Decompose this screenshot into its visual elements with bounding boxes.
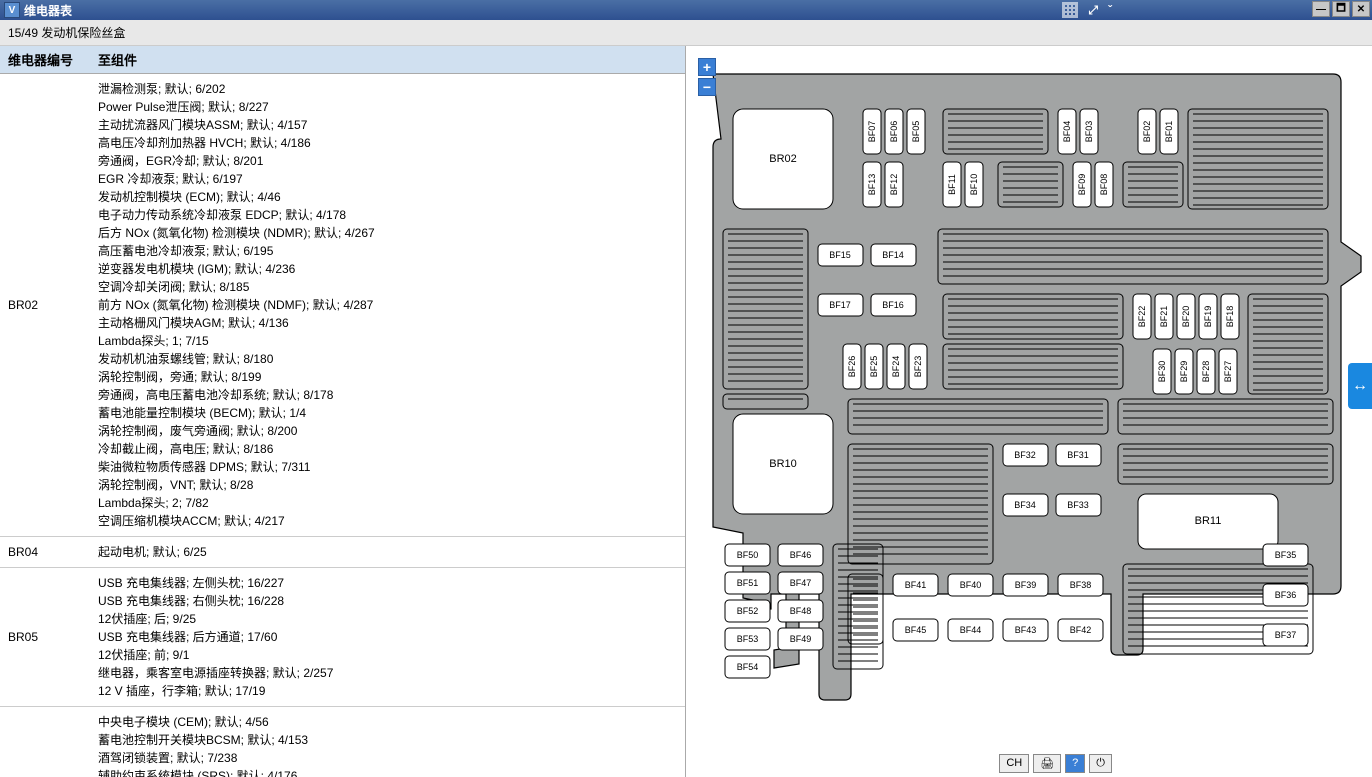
teamviewer-badge-icon[interactable]: ↔ bbox=[1348, 363, 1372, 409]
svg-text:BF23: BF23 bbox=[913, 356, 923, 378]
svg-text:BF33: BF33 bbox=[1067, 500, 1089, 510]
column-header-id: 维电器编号 bbox=[8, 50, 98, 69]
svg-text:BF05: BF05 bbox=[911, 121, 921, 143]
column-header-component: 至组件 bbox=[98, 50, 137, 69]
svg-text:BF28: BF28 bbox=[1201, 361, 1211, 383]
svg-text:BF50: BF50 bbox=[737, 550, 759, 560]
relay-id: BR05 bbox=[8, 574, 98, 700]
svg-text:BF26: BF26 bbox=[847, 356, 857, 378]
svg-text:BF21: BF21 bbox=[1159, 306, 1169, 328]
relay-table-panel: 维电器编号 至组件 BR02泄漏检测泵; 默认; 6/202Power Puls… bbox=[0, 46, 686, 777]
svg-text:BF03: BF03 bbox=[1084, 121, 1094, 143]
svg-text:BF53: BF53 bbox=[737, 634, 759, 644]
window-title: 维电器表 bbox=[24, 2, 72, 19]
svg-text:BF29: BF29 bbox=[1179, 361, 1189, 383]
relay-id: BR04 bbox=[8, 543, 98, 561]
svg-text:BF37: BF37 bbox=[1275, 630, 1297, 640]
chevron-down-icon[interactable]: ˇ bbox=[1108, 3, 1112, 17]
svg-text:BF27: BF27 bbox=[1223, 361, 1233, 383]
svg-text:BF17: BF17 bbox=[829, 300, 851, 310]
zoom-in-button[interactable]: + bbox=[698, 58, 716, 76]
table-row[interactable]: BR05USB 充电集线器; 左侧头枕; 16/227USB 充电集线器; 右侧… bbox=[0, 568, 685, 707]
svg-text:BF42: BF42 bbox=[1070, 625, 1092, 635]
svg-text:BF12: BF12 bbox=[889, 174, 899, 196]
lang-ch-button[interactable]: CH bbox=[999, 754, 1029, 773]
help-button[interactable]: ? bbox=[1065, 754, 1085, 773]
table-row[interactable]: BR04起动电机; 默认; 6/25 bbox=[0, 537, 685, 568]
svg-text:BF31: BF31 bbox=[1067, 450, 1089, 460]
relay-components: USB 充电集线器; 左侧头枕; 16/227USB 充电集线器; 右侧头枕; … bbox=[98, 574, 677, 700]
svg-text:BF14: BF14 bbox=[882, 250, 904, 260]
svg-text:BF02: BF02 bbox=[1142, 121, 1152, 143]
zoom-out-button[interactable]: − bbox=[698, 78, 716, 96]
diagram-panel: + − BR02 BF07 BF06 BF05 BF04 BF03 BF02 BF01 BF… bbox=[686, 46, 1372, 777]
svg-text:BF08: BF08 bbox=[1099, 174, 1109, 196]
svg-text:BF34: BF34 bbox=[1014, 500, 1036, 510]
table-header: 维电器编号 至组件 bbox=[0, 46, 685, 74]
svg-text:BF32: BF32 bbox=[1014, 450, 1036, 460]
relay-components: 泄漏检测泵; 默认; 6/202Power Pulse泄压阀; 默认; 8/22… bbox=[98, 80, 677, 530]
svg-text:BF06: BF06 bbox=[889, 121, 899, 143]
svg-text:BF45: BF45 bbox=[905, 625, 927, 635]
relay-id: BR02 bbox=[8, 80, 98, 530]
svg-text:BF19: BF19 bbox=[1203, 306, 1213, 328]
minimize-button[interactable]: — bbox=[1312, 1, 1330, 17]
svg-text:BF22: BF22 bbox=[1137, 306, 1147, 328]
table-body[interactable]: BR02泄漏检测泵; 默认; 6/202Power Pulse泄压阀; 默认; … bbox=[0, 74, 685, 777]
svg-text:BF10: BF10 bbox=[969, 174, 979, 196]
svg-text:BF11: BF11 bbox=[947, 174, 957, 195]
svg-text:BF51: BF51 bbox=[737, 578, 759, 588]
svg-text:BF38: BF38 bbox=[1070, 580, 1092, 590]
svg-text:BF52: BF52 bbox=[737, 606, 759, 616]
svg-text:BR11: BR11 bbox=[1195, 515, 1222, 527]
svg-text:BF48: BF48 bbox=[790, 606, 812, 616]
fuse-box-diagram[interactable]: BR02 BF07 BF06 BF05 BF04 BF03 BF02 BF01 BF13 BF… bbox=[702, 54, 1364, 747]
print-icon[interactable]: 🖨 bbox=[1033, 754, 1061, 773]
svg-text:BF20: BF20 bbox=[1181, 306, 1191, 328]
svg-text:BF01: BF01 bbox=[1164, 121, 1174, 143]
table-row[interactable]: BR10中央电子模块 (CEM); 默认; 4/56蓄电池控制开关模块BCSM;… bbox=[0, 707, 685, 777]
svg-text:BF24: BF24 bbox=[891, 356, 901, 378]
relay-components: 中央电子模块 (CEM); 默认; 4/56蓄电池控制开关模块BCSM; 默认;… bbox=[98, 713, 677, 777]
svg-text:BF54: BF54 bbox=[737, 662, 759, 672]
svg-text:BF16: BF16 bbox=[882, 300, 904, 310]
svg-text:BF47: BF47 bbox=[790, 578, 812, 588]
relay-id: BR10 bbox=[8, 713, 98, 777]
svg-text:BF39: BF39 bbox=[1015, 580, 1037, 590]
svg-text:BF30: BF30 bbox=[1157, 361, 1167, 383]
svg-text:BF25: BF25 bbox=[869, 356, 879, 378]
relay-components: 起动电机; 默认; 6/25 bbox=[98, 543, 677, 561]
svg-text:BR10: BR10 bbox=[769, 458, 797, 470]
svg-text:BF18: BF18 bbox=[1225, 306, 1235, 328]
table-row[interactable]: BR02泄漏检测泵; 默认; 6/202Power Pulse泄压阀; 默认; … bbox=[0, 74, 685, 537]
svg-text:BF04: BF04 bbox=[1062, 121, 1072, 143]
svg-text:BF35: BF35 bbox=[1275, 550, 1297, 560]
svg-text:BR02: BR02 bbox=[769, 153, 797, 165]
titlebar: V 维电器表 ⤢ ˇ — 🗖 ✕ bbox=[0, 0, 1372, 20]
svg-text:BF09: BF09 bbox=[1077, 174, 1087, 196]
grid-icon[interactable] bbox=[1062, 2, 1078, 18]
svg-text:BF44: BF44 bbox=[960, 625, 982, 635]
close-button[interactable]: ✕ bbox=[1352, 1, 1370, 17]
svg-text:BF13: BF13 bbox=[867, 174, 877, 196]
svg-text:BF15: BF15 bbox=[829, 250, 851, 260]
svg-text:BF43: BF43 bbox=[1015, 625, 1037, 635]
app-logo-icon: V bbox=[4, 2, 20, 18]
power-icon[interactable]: ⏻ bbox=[1089, 754, 1112, 773]
svg-text:BF40: BF40 bbox=[960, 580, 982, 590]
svg-text:BF49: BF49 bbox=[790, 634, 812, 644]
svg-text:BF36: BF36 bbox=[1275, 590, 1297, 600]
svg-text:BF41: BF41 bbox=[905, 580, 927, 590]
expand-icon[interactable]: ⤢ bbox=[1088, 3, 1098, 18]
svg-text:BF07: BF07 bbox=[867, 121, 877, 143]
maximize-button[interactable]: 🗖 bbox=[1332, 1, 1350, 17]
breadcrumb: 15/49 发动机保险丝盒 bbox=[0, 20, 1372, 46]
svg-text:BF46: BF46 bbox=[790, 550, 812, 560]
